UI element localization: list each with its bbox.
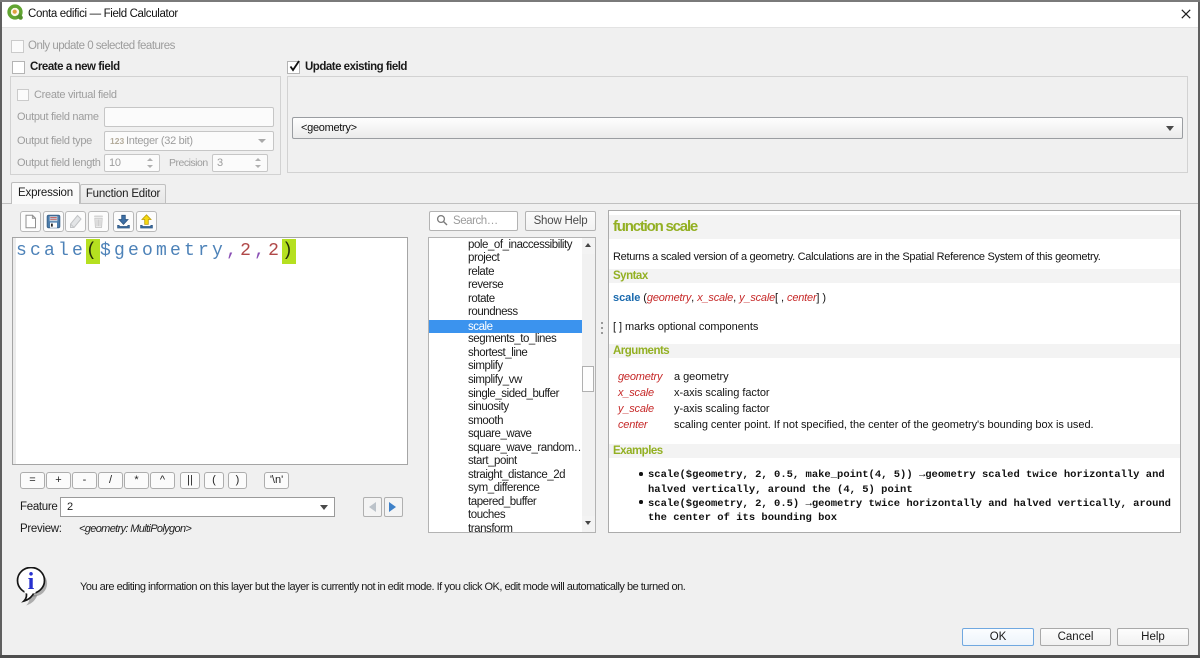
svg-text:i: i [28, 569, 35, 595]
